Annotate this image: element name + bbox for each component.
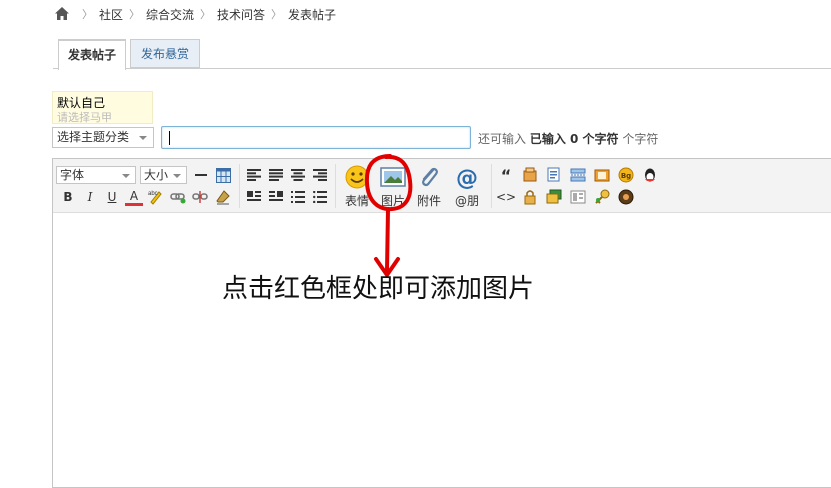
attachment-button[interactable]: 附件: [411, 165, 447, 211]
home-icon[interactable]: [54, 6, 70, 22]
toolbar-divider: [239, 164, 240, 208]
font-family-label: 字体: [60, 168, 85, 182]
counter-count: 已输入 0 个字符: [529, 132, 619, 146]
key-icon[interactable]: [593, 188, 611, 206]
char-counter: 还可输入 已输入 0 个字符 个字符: [478, 130, 658, 147]
breadcrumb-item-general[interactable]: 综合交流: [146, 6, 194, 23]
editor-toolbar: 字体 大小 B I U A abc 表情 图片 附件 @ @朋 “ Bg <>: [53, 159, 831, 213]
audio-icon[interactable]: [617, 188, 635, 206]
code-icon[interactable]: <>: [496, 188, 516, 206]
topic-category-value: 选择主题分类: [57, 130, 130, 144]
layout-icon[interactable]: [569, 188, 587, 206]
mention-label: @朋: [454, 194, 479, 208]
chevron-down-icon: [122, 174, 130, 178]
svg-text:abc: abc: [148, 191, 158, 197]
tab-bounty[interactable]: 发布悬赏: [130, 39, 200, 68]
media-icon[interactable]: [593, 166, 611, 184]
flash-icon[interactable]: [521, 166, 539, 184]
page-icon[interactable]: [545, 166, 563, 184]
mention-button[interactable]: @ @朋: [449, 165, 485, 211]
unordered-list-icon[interactable]: [311, 188, 329, 206]
clear-format-icon[interactable]: [214, 188, 232, 206]
post-editor: 字体 大小 B I U A abc 表情 图片 附件 @ @朋 “ Bg <>: [52, 158, 831, 488]
quote-icon[interactable]: “: [497, 166, 515, 185]
paging-icon[interactable]: [569, 166, 587, 184]
image-label: 图片: [380, 194, 405, 208]
ordered-list-icon[interactable]: [289, 188, 307, 206]
text-caret: [169, 131, 170, 145]
at-sign-icon: @: [456, 166, 478, 191]
breadcrumb-separator: 〉: [271, 8, 283, 21]
topic-category-select[interactable]: 选择主题分类: [52, 127, 154, 148]
paperclip-icon: [422, 167, 438, 187]
alias-hint: 请选择马甲: [57, 111, 112, 124]
smiley-icon: [345, 165, 369, 189]
breadcrumb-separator: 〉: [82, 8, 93, 21]
breadcrumb-separator: 〉: [200, 8, 212, 21]
alias-select[interactable]: 默认自己 请选择马甲: [52, 91, 153, 124]
horizontal-rule-icon[interactable]: [192, 166, 210, 184]
breadcrumb-item-tech-qa[interactable]: 技术问答: [217, 6, 265, 23]
attachment-label: 附件: [416, 194, 441, 208]
svg-text:Bg: Bg: [621, 172, 631, 180]
italic-icon[interactable]: I: [81, 188, 99, 206]
image-icon: [380, 167, 406, 187]
counter-prefix: 还可输入: [478, 132, 527, 146]
breadcrumb: 〉 社区 〉 综合交流 〉 技术问答 〉 发表帖子: [54, 5, 336, 23]
font-family-select[interactable]: 字体: [56, 166, 136, 184]
tab-new-post[interactable]: 发表帖子: [58, 39, 126, 70]
instruction-annotation: 点击红色框处即可添加图片: [222, 274, 535, 304]
album-icon[interactable]: [545, 188, 563, 206]
highlight-icon[interactable]: abc: [147, 188, 165, 206]
float-right-icon[interactable]: [267, 188, 285, 206]
underline-icon[interactable]: U: [103, 188, 121, 206]
align-center-icon[interactable]: [289, 166, 307, 184]
counter-suffix: 个字符: [622, 132, 659, 146]
align-right-icon[interactable]: [311, 166, 329, 184]
breadcrumb-item-new-post: 发表帖子: [288, 7, 337, 22]
breadcrumb-separator: 〉: [129, 8, 141, 21]
hide-content-icon[interactable]: [521, 188, 539, 206]
link-icon[interactable]: [169, 188, 187, 206]
editor-body[interactable]: [53, 213, 831, 487]
subject-input[interactable]: [161, 126, 471, 149]
align-left-icon[interactable]: [245, 166, 263, 184]
toolbar-divider: [335, 164, 336, 208]
insert-image-button[interactable]: 图片: [375, 165, 411, 211]
svg-text:@: @: [456, 166, 478, 189]
font-size-select[interactable]: 大小: [140, 166, 187, 184]
table-icon[interactable]: [214, 166, 232, 184]
float-left-icon[interactable]: [245, 188, 263, 206]
breadcrumb-item-community[interactable]: 社区: [99, 6, 123, 23]
font-size-label: 大小: [144, 168, 169, 182]
font-color-icon[interactable]: A: [125, 188, 143, 206]
post-type-tabs: 发表帖子 发布悬赏: [0, 39, 831, 70]
qq-icon[interactable]: [641, 166, 659, 184]
background-icon[interactable]: Bg: [617, 166, 635, 184]
chevron-down-icon: [139, 136, 147, 140]
emoji-label: 表情: [344, 194, 369, 208]
chevron-down-icon: [173, 174, 181, 178]
bold-icon[interactable]: B: [59, 188, 77, 206]
unlink-icon[interactable]: [191, 188, 209, 206]
align-justify-icon[interactable]: [267, 166, 285, 184]
emoji-button[interactable]: 表情: [339, 165, 375, 211]
toolbar-divider: [491, 164, 492, 208]
